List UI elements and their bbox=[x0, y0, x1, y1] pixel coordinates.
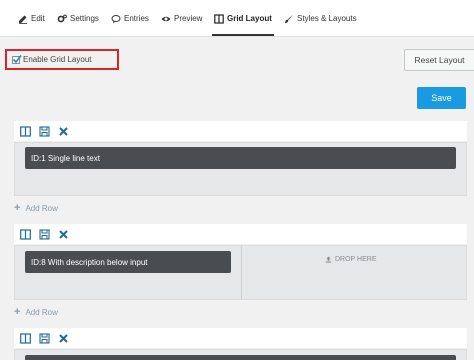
drop-here-label: DROP HERE bbox=[335, 256, 377, 263]
grid-row: ID:8 With description below input DROP H… bbox=[14, 245, 467, 300]
checkmark-icon bbox=[12, 54, 22, 63]
field-label: ID:8 With description below input bbox=[31, 257, 148, 267]
enable-grid-label: Enable Grid Layout bbox=[23, 55, 92, 64]
grid-layout-icon bbox=[214, 13, 224, 24]
tab-preview-label: Preview bbox=[174, 14, 203, 23]
drop-zone[interactable]: DROP HERE bbox=[325, 256, 377, 263]
tab-entries[interactable]: Entries bbox=[111, 0, 149, 37]
delete-row-icon[interactable] bbox=[58, 126, 69, 137]
settings-icon bbox=[57, 14, 67, 22]
brush-icon bbox=[285, 14, 293, 23]
tab-edit-label: Edit bbox=[31, 14, 45, 23]
save-row-icon[interactable] bbox=[39, 125, 50, 137]
preview-icon bbox=[161, 16, 171, 21]
delete-row-icon[interactable] bbox=[58, 333, 69, 344]
add-row-link[interactable]: + Add Row bbox=[14, 306, 58, 318]
tab-styles-layouts-label: Styles & Layouts bbox=[297, 14, 357, 23]
field-block[interactable] bbox=[25, 355, 456, 360]
grid-row: ID:1 Single line text bbox=[14, 142, 467, 196]
column-divider bbox=[241, 246, 242, 299]
tab-grid-layout-label: Grid Layout bbox=[227, 14, 272, 23]
columns-icon[interactable] bbox=[20, 125, 31, 137]
add-row-link[interactable]: + Add Row bbox=[14, 202, 58, 214]
plus-icon: + bbox=[14, 306, 21, 318]
enable-grid-checkbox[interactable] bbox=[12, 54, 22, 64]
field-label: ID:1 Single line text bbox=[31, 153, 100, 163]
row-toolbar bbox=[14, 121, 467, 141]
enable-grid-layout-toggle[interactable]: Enable Grid Layout bbox=[12, 54, 92, 64]
tab-entries-label: Entries bbox=[124, 14, 149, 23]
delete-row-icon[interactable] bbox=[58, 229, 69, 240]
add-row-label: Add Row bbox=[25, 307, 58, 317]
tab-preview[interactable]: Preview bbox=[161, 0, 202, 37]
tab-settings[interactable]: Settings bbox=[57, 0, 99, 37]
entries-icon bbox=[111, 14, 121, 23]
save-row-icon[interactable] bbox=[39, 228, 50, 240]
grid-row bbox=[14, 349, 467, 360]
field-block[interactable]: ID:1 Single line text bbox=[25, 147, 456, 169]
tab-styles-layouts[interactable]: Styles & Layouts bbox=[284, 0, 357, 37]
add-row-label: Add Row bbox=[25, 203, 58, 213]
tab-bar: Edit Settings Entries Preview Grid Layou… bbox=[0, 0, 474, 37]
upload-icon bbox=[325, 256, 332, 263]
tab-settings-label: Settings bbox=[70, 14, 99, 23]
save-button[interactable]: Save bbox=[417, 87, 466, 109]
reset-layout-button[interactable]: Reset Layout bbox=[404, 49, 474, 71]
row-toolbar bbox=[14, 224, 467, 244]
plus-icon: + bbox=[14, 202, 21, 214]
row-toolbar bbox=[14, 328, 467, 348]
columns-icon[interactable] bbox=[20, 332, 31, 344]
edit-icon bbox=[19, 15, 27, 24]
field-block[interactable]: ID:8 With description below input bbox=[25, 251, 231, 273]
save-row-icon[interactable] bbox=[39, 332, 50, 344]
columns-icon[interactable] bbox=[20, 228, 31, 240]
tab-grid-layout[interactable]: Grid Layout bbox=[212, 0, 274, 37]
tab-edit[interactable]: Edit bbox=[18, 0, 45, 37]
